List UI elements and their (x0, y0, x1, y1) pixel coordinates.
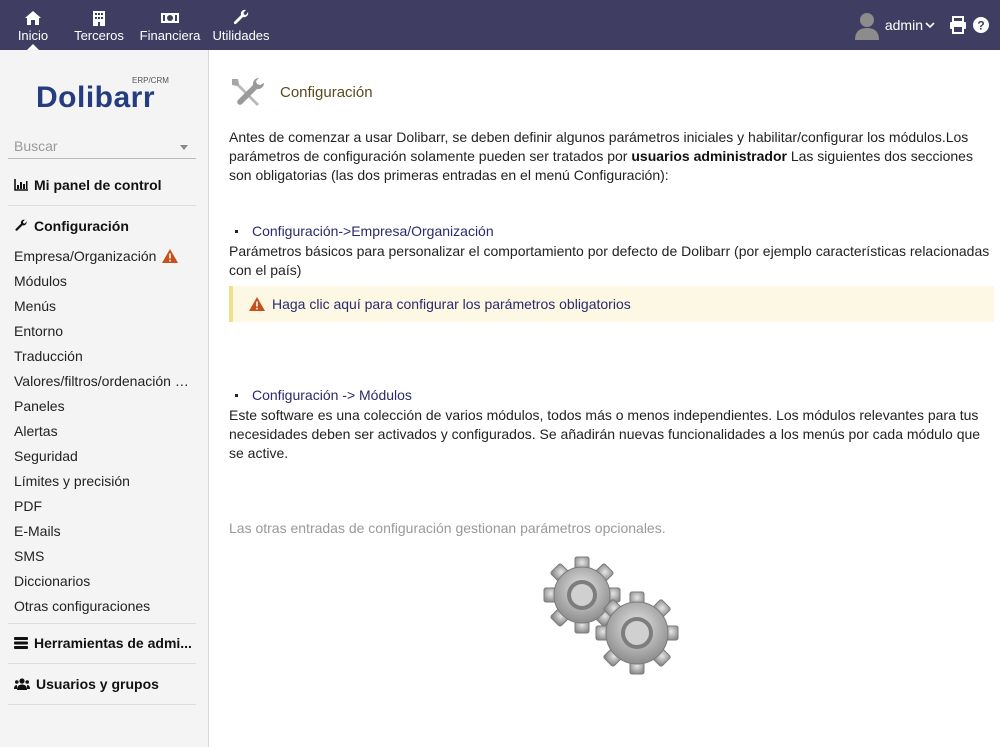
sidebar-item-limits[interactable]: Límites y precisión (14, 472, 194, 490)
chart-icon (14, 179, 28, 191)
top-bar: Inicio Terceros Financiera Utilidades ad… (0, 0, 1000, 50)
optional-note: Las otras entradas de configuración gest… (229, 520, 666, 536)
sidebar-dashboard-label: Mi panel de control (34, 177, 162, 193)
sidebar-item-environment[interactable]: Entorno (14, 322, 194, 340)
svg-text:Dolibarr: Dolibarr (36, 81, 155, 110)
avatar[interactable] (853, 10, 881, 40)
svg-text:?: ? (977, 19, 984, 33)
sidebar-config[interactable]: Configuración (14, 218, 196, 234)
nav-home-label: Inicio (17, 28, 49, 43)
search-placeholder: Buscar (14, 138, 58, 154)
nav-utilities[interactable]: Utilidades (208, 0, 274, 50)
sidebar-item-sms[interactable]: SMS (14, 547, 194, 565)
divider (8, 663, 196, 664)
user-area: admin ? (853, 0, 1000, 50)
sidebar-item-other-setup[interactable]: Otras configuraciones (14, 597, 194, 615)
warning-icon (249, 297, 265, 311)
divider (8, 623, 196, 624)
gears-icon (543, 556, 679, 675)
sidebar-config-label: Configuración (34, 218, 129, 234)
sidebar-dashboard[interactable]: Mi panel de control (14, 177, 196, 193)
print-icon[interactable] (949, 16, 967, 34)
bullet (235, 393, 238, 397)
money-icon (160, 8, 180, 28)
nav-financial[interactable]: Financiera (132, 0, 208, 50)
intro-text: Antes de comenzar a usar Dolibarr, se de… (229, 128, 994, 185)
section-company-desc: Parámetros básicos para personalizar el … (229, 243, 990, 278)
nav-home[interactable]: Inicio (0, 0, 66, 50)
sidebar-item-dictionaries[interactable]: Diccionarios (14, 572, 194, 590)
caret-down-icon (180, 145, 188, 150)
sidebar-admin-tools-label: Herramientas de admi... (34, 635, 192, 651)
sidebar-users-groups-label: Usuarios y grupos (36, 676, 159, 692)
divider (8, 205, 196, 206)
nav-third-parties-label: Terceros (74, 28, 124, 43)
sidebar-item-translation[interactable]: Traducción (14, 347, 194, 365)
sidebar-item-company[interactable]: Empresa/Organización (14, 247, 194, 265)
section-modules: Configuración -> Módulos (229, 387, 412, 403)
page-title: Configuración (280, 83, 373, 101)
intro-bold: usuarios administrador (631, 148, 787, 164)
dolibarr-logo[interactable]: ERP/CRM Dolibarr (36, 74, 170, 110)
sidebar-item-alerts[interactable]: Alertas (14, 422, 194, 440)
section-modules-desc: Este software es una colección de varios… (229, 407, 981, 461)
warning-box: Haga clic aquí para configurar los parám… (229, 286, 994, 322)
building-icon (89, 8, 109, 28)
sidebar-admin-tools[interactable]: Herramientas de admi... (14, 635, 196, 651)
username[interactable]: admin (885, 17, 923, 33)
company-setup-link[interactable]: Configuración->Empresa/Organización (252, 223, 494, 239)
sidebar-item-emails[interactable]: E-Mails (14, 522, 194, 540)
sidebar-item-boxes[interactable]: Paneles (14, 397, 194, 415)
nav-third-parties[interactable]: Terceros (66, 0, 132, 50)
tools-icon (232, 77, 265, 106)
nav-utilities-label: Utilidades (212, 28, 270, 43)
divider (8, 704, 196, 705)
mandatory-setup-link[interactable]: Haga clic aquí para configurar los parám… (272, 296, 631, 312)
sidebar-users-groups[interactable]: Usuarios y grupos (14, 676, 196, 692)
sidebar-item-label: Empresa/Organización (14, 248, 157, 264)
server-icon (14, 637, 28, 649)
nav-financial-label: Financiera (139, 28, 201, 43)
help-icon[interactable]: ? (972, 16, 990, 34)
page-header: Configuración (229, 76, 373, 108)
sidebar-item-modules[interactable]: Módulos (14, 272, 194, 290)
warning-icon (162, 249, 179, 263)
bullet (235, 229, 238, 233)
sidebar: ERP/CRM Dolibarr Buscar Mi panel de cont… (0, 50, 209, 747)
section-company: Configuración->Empresa/Organización (229, 223, 494, 239)
top-nav: Inicio Terceros Financiera Utilidades (0, 0, 274, 50)
sidebar-item-security[interactable]: Seguridad (14, 447, 194, 465)
wrench-icon (231, 8, 251, 28)
search-select[interactable]: Buscar (8, 132, 196, 159)
sidebar-item-default-values[interactable]: Valores/filtros/ordenación p... (14, 372, 194, 390)
sidebar-item-menus[interactable]: Menús (14, 297, 194, 315)
users-icon (14, 678, 30, 690)
home-icon (23, 8, 43, 28)
chevron-down-icon[interactable] (925, 20, 935, 30)
wrench-icon (15, 219, 27, 231)
modules-setup-link[interactable]: Configuración -> Módulos (252, 387, 412, 403)
sidebar-item-pdf[interactable]: PDF (14, 497, 194, 515)
